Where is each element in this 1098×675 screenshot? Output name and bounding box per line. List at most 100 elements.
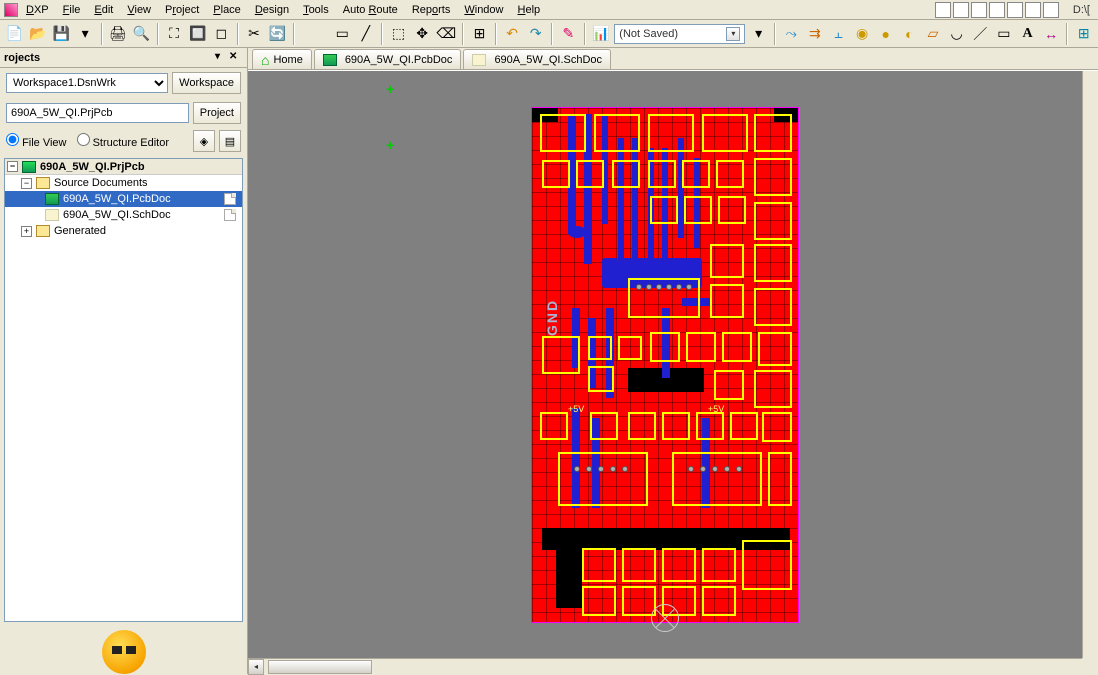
panel-footer <box>0 626 247 674</box>
scroll-left-icon[interactable]: ◂ <box>248 659 264 675</box>
tab-pcb[interactable]: 690A_5W_QI.PcbDoc <box>314 49 462 69</box>
expander-icon[interactable]: − <box>7 161 18 172</box>
new-file-icon[interactable]: 📄 <box>4 23 25 45</box>
zoom-fit-icon[interactable]: ⛶ <box>164 23 185 45</box>
tab-home[interactable]: ⌂ Home <box>252 49 312 69</box>
dropdown-icon[interactable]: ▾ <box>748 23 769 45</box>
menu-reports[interactable]: Reports <box>406 2 457 18</box>
pcb-board[interactable]: GND +5V +5V <box>531 107 799 623</box>
project-input[interactable] <box>6 103 189 123</box>
close-icon[interactable]: ✕ <box>229 51 243 65</box>
horizontal-scrollbar[interactable]: ◂ <box>248 658 1082 674</box>
silk-text-5v: +5V <box>568 404 584 414</box>
arc-icon[interactable]: ◡ <box>946 23 967 45</box>
workspace-button[interactable]: Workspace <box>172 72 241 94</box>
home-icon: ⌂ <box>261 52 269 68</box>
scroll-thumb[interactable] <box>268 660 372 674</box>
file-view-radio[interactable]: File View <box>6 133 67 149</box>
dimension-icon[interactable]: ↔ <box>1041 23 1062 45</box>
panel-title: rojects ▾ ✕ <box>0 48 247 68</box>
menu-place[interactable]: Place <box>207 2 247 18</box>
sch-icon <box>45 209 59 221</box>
tree-item-sch[interactable]: 690A_5W_QI.SchDoc <box>5 207 242 223</box>
route-multi-icon[interactable]: ⫠ <box>828 23 849 45</box>
tree-item-pcb[interactable]: 690A_5W_QI.PcbDoc <box>5 191 242 207</box>
menu-file[interactable]: File <box>57 2 87 18</box>
tree-folder-label: Generated <box>54 225 106 237</box>
pin-icon[interactable]: ▾ <box>215 51 229 65</box>
deselect-icon[interactable]: ⌫ <box>435 23 457 45</box>
editor-area: ⌂ Home 690A_5W_QI.PcbDoc 690A_5W_QI.SchD… <box>248 48 1098 674</box>
cross-probe-icon[interactable]: ✎ <box>558 23 579 45</box>
project-tree[interactable]: − 690A_5W_QI.PrjPcb − Source Documents 6… <box>4 158 243 622</box>
refresh-icon[interactable]: 🔄 <box>267 23 288 45</box>
menu-tools[interactable]: Tools <box>297 2 335 18</box>
menu-bar: DXPFileEditViewProjectPlaceDesignToolsAu… <box>0 0 1098 20</box>
menu-project[interactable]: Project <box>159 2 205 18</box>
menu-tail-icon[interactable] <box>935 2 951 18</box>
menu-view[interactable]: View <box>121 2 157 18</box>
line-icon[interactable]: ／ <box>970 23 991 45</box>
align-marker-icon: + <box>386 137 398 149</box>
route-diff-icon[interactable]: ⇉ <box>805 23 826 45</box>
app-logo-icon <box>4 3 18 17</box>
workspace-select[interactable]: Workspace1.DsnWrk <box>6 73 168 93</box>
expander-icon[interactable]: + <box>21 226 32 237</box>
preview-icon[interactable]: 🔍 <box>131 23 152 45</box>
rect-icon[interactable]: ▭ <box>994 23 1015 45</box>
tree-file-label: 690A_5W_QI.PcbDoc <box>63 193 171 205</box>
select-rect-icon[interactable]: ⬚ <box>388 23 409 45</box>
menu-edit[interactable]: Edit <box>88 2 119 18</box>
folder-icon <box>36 177 50 189</box>
chevron-down-icon[interactable]: ▾ <box>726 27 740 41</box>
fill-icon[interactable]: ◐ <box>899 23 920 45</box>
tab-sch[interactable]: 690A_5W_QI.SchDoc <box>463 49 611 69</box>
menu-tail-icon[interactable] <box>1043 2 1059 18</box>
browse-icon[interactable]: 📊 <box>591 23 612 45</box>
undo-icon[interactable]: ↶ <box>502 23 523 45</box>
annotation-status-combo[interactable]: (Not Saved) ▾ <box>614 24 745 44</box>
align-icon[interactable]: ⊞ <box>469 23 490 45</box>
menu-dxp[interactable]: DXP <box>20 2 55 18</box>
menu-tail-icon[interactable] <box>971 2 987 18</box>
component-icon[interactable]: ▭ <box>332 23 353 45</box>
menu-tail-icon[interactable] <box>1025 2 1041 18</box>
dropdown-icon[interactable]: ▾ <box>75 23 96 45</box>
menu-tail-icon[interactable] <box>1007 2 1023 18</box>
menu-help[interactable]: Help <box>512 2 547 18</box>
open-file-icon[interactable]: 📂 <box>28 23 49 45</box>
menu-window[interactable]: Window <box>458 2 509 18</box>
print-icon[interactable]: 🖨 <box>108 23 129 45</box>
menu-tail-icon[interactable] <box>953 2 969 18</box>
pad-icon[interactable]: ● <box>875 23 896 45</box>
panel-btn-icon[interactable]: ◈ <box>193 130 215 152</box>
track-icon[interactable]: ╱ <box>356 23 377 45</box>
string-icon[interactable]: A <box>1017 23 1038 45</box>
vertical-scrollbar[interactable] <box>1082 71 1098 658</box>
document-tabs: ⌂ Home 690A_5W_QI.PcbDoc 690A_5W_QI.SchD… <box>248 48 1098 70</box>
zoom-region-icon[interactable]: 🔲 <box>187 23 208 45</box>
save-icon[interactable]: 💾 <box>51 23 72 45</box>
zoom-selected-icon[interactable]: ◻ <box>211 23 232 45</box>
menu-design[interactable]: Design <box>249 2 295 18</box>
polygon-icon[interactable]: ▱ <box>923 23 944 45</box>
panel-btn-icon[interactable]: ▤ <box>219 130 241 152</box>
doc-icon <box>224 209 236 221</box>
redo-icon[interactable]: ↷ <box>525 23 546 45</box>
expander-icon[interactable]: − <box>21 178 32 189</box>
pcb-viewport[interactable]: + + <box>248 70 1098 674</box>
via-icon[interactable]: ◉ <box>852 23 873 45</box>
route-icon[interactable]: ⤳ <box>781 23 802 45</box>
array-icon[interactable]: ⊞ <box>1073 23 1094 45</box>
move-icon[interactable]: ✥ <box>412 23 433 45</box>
align-marker-icon: + <box>386 81 398 93</box>
main-toolbar: 📄 📂 💾 ▾ 🖨 🔍 ⛶ 🔲 ◻ ✂ 🔄 ▭ ╱ ⬚ ✥ ⌫ ⊞ ↶ ↷ ✎ … <box>0 20 1098 48</box>
origin-marker-icon <box>651 604 679 632</box>
menu-auto-route[interactable]: Auto Route <box>337 2 404 18</box>
scroll-corner <box>1082 658 1098 674</box>
tree-folder-label: Source Documents <box>54 177 148 189</box>
structure-editor-radio[interactable]: Structure Editor <box>77 133 169 149</box>
project-button[interactable]: Project <box>193 102 241 124</box>
cut-icon[interactable]: ✂ <box>244 23 265 45</box>
menu-tail-icon[interactable] <box>989 2 1005 18</box>
